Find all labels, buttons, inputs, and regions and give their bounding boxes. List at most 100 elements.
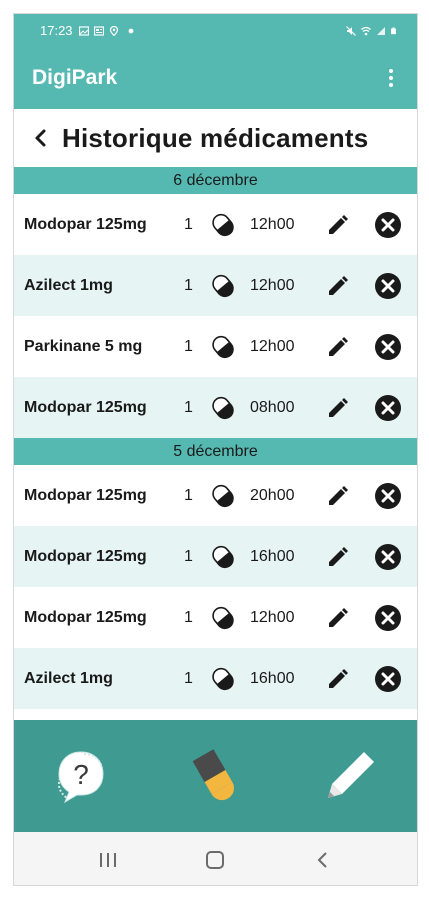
pencil-icon — [329, 397, 348, 417]
system-navigation — [14, 832, 417, 885]
recents-icon — [99, 852, 116, 867]
close-circle-icon — [375, 211, 401, 238]
capsule-icon — [193, 749, 235, 801]
pencil-icon — [327, 752, 374, 798]
medication-time: 12h00 — [250, 215, 295, 233]
status-time: 17:23 — [40, 23, 73, 38]
edit-button[interactable] — [320, 329, 356, 365]
close-circle-icon — [375, 394, 401, 421]
medication-time: 16h00 — [250, 669, 295, 687]
list-item[interactable]: Parkinane 5 mg 1 12h00 — [14, 316, 417, 377]
edit-button[interactable] — [320, 600, 356, 636]
back-icon — [317, 851, 327, 868]
pill-icon — [212, 667, 234, 690]
medication-quantity: 1 — [184, 608, 193, 626]
delete-button[interactable] — [370, 478, 406, 514]
delete-button[interactable] — [370, 539, 406, 575]
edit-button[interactable] — [320, 539, 356, 575]
medication-time: 08h00 — [250, 398, 295, 416]
medication-time: 16h00 — [250, 547, 295, 565]
page-title: Historique médicaments — [62, 122, 369, 153]
medication-quantity: 1 — [184, 398, 193, 416]
pencil-icon — [329, 485, 348, 505]
list-item[interactable]: Modopar 125mg 1 08h00 — [14, 377, 417, 438]
delete-button[interactable] — [370, 661, 406, 697]
pill-icon-wrapper — [206, 208, 240, 242]
pill-icon — [212, 396, 234, 419]
back-button[interactable] — [26, 123, 56, 153]
pill-icon-wrapper — [206, 479, 240, 513]
news-icon — [93, 25, 104, 36]
medication-time: 20h00 — [250, 486, 295, 504]
medication-quantity: 1 — [184, 276, 193, 294]
app-bar: DigiPark — [14, 47, 417, 109]
status-bar: 17:23 — [14, 14, 417, 47]
medication-button[interactable] — [175, 736, 255, 816]
pencil-icon — [329, 275, 348, 295]
close-circle-icon — [375, 665, 401, 692]
pill-icon-wrapper — [206, 601, 240, 635]
medication-name: Modopar 125mg — [24, 398, 147, 416]
list-item[interactable]: Azilect 1mg 1 16h00 — [14, 648, 417, 709]
close-circle-icon — [375, 272, 401, 299]
pill-icon — [212, 335, 234, 358]
edit-button[interactable] — [320, 268, 356, 304]
medication-name: Parkinane 5 mg — [24, 337, 143, 355]
pencil-icon — [329, 607, 348, 627]
pencil-icon — [329, 668, 348, 688]
medication-quantity: 1 — [184, 337, 193, 355]
medication-name: Modopar 125mg — [24, 486, 147, 504]
svg-text:?: ? — [73, 759, 89, 790]
notes-button[interactable] — [310, 736, 390, 816]
pencil-icon — [329, 214, 348, 234]
delete-button[interactable] — [370, 329, 406, 365]
list-item[interactable]: Modopar 125mg 1 16h00 — [14, 526, 417, 587]
status-right-icons — [346, 25, 397, 36]
status-left-icons — [78, 25, 134, 36]
close-circle-icon — [375, 604, 401, 631]
medication-quantity: 1 — [184, 486, 193, 504]
pill-icon — [212, 213, 234, 236]
medication-quantity: 1 — [184, 215, 193, 233]
list-item[interactable]: Modopar 125mg 1 20h00 — [14, 465, 417, 526]
edit-button[interactable] — [320, 661, 356, 697]
edit-button[interactable] — [320, 390, 356, 426]
medication-time: 12h00 — [250, 337, 295, 355]
list-item[interactable]: Azilect 1mg 1 12h00 — [14, 255, 417, 316]
more-vert-icon[interactable] — [383, 63, 399, 93]
delete-button[interactable] — [370, 390, 406, 426]
list-item[interactable]: Modopar 125mg 1 12h00 — [14, 587, 417, 648]
mute-icon — [346, 25, 356, 36]
date-header: 6 décembre — [14, 167, 417, 194]
wifi-icon — [361, 26, 371, 35]
pill-icon — [212, 484, 234, 507]
bottom-navigation: ? — [14, 720, 417, 832]
edit-button[interactable] — [320, 207, 356, 243]
help-button[interactable]: ? — [41, 736, 121, 816]
medication-history-list[interactable]: 6 décembre Modopar 125mg 1 12h00 Azilect 1mg… — [14, 167, 417, 720]
system-back-button[interactable] — [303, 840, 343, 880]
delete-button[interactable] — [370, 268, 406, 304]
medication-name: Modopar 125mg — [24, 608, 147, 626]
pencil-icon — [329, 546, 348, 566]
app-title: DigiPark — [32, 66, 118, 89]
medication-name: Azilect 1mg — [24, 669, 113, 687]
list-item[interactable]: Modopar 125mg 1 12h00 — [14, 194, 417, 255]
close-circle-icon — [375, 543, 401, 570]
phone-screen: 17:23 DigiPark Historique médicaments 6 … — [13, 13, 418, 886]
battery-icon — [391, 27, 396, 34]
delete-button[interactable] — [370, 600, 406, 636]
recents-button[interactable] — [88, 840, 128, 880]
pill-icon-wrapper — [206, 662, 240, 696]
edit-button[interactable] — [320, 478, 356, 514]
dot-icon — [128, 28, 133, 33]
chevron-left-icon — [35, 129, 46, 147]
close-circle-icon — [375, 482, 401, 509]
home-button[interactable] — [195, 840, 235, 880]
pencil-icon — [329, 336, 348, 356]
pill-icon-wrapper — [206, 391, 240, 425]
medication-name: Modopar 125mg — [24, 215, 147, 233]
medication-name: Modopar 125mg — [24, 547, 147, 565]
home-icon — [206, 850, 225, 869]
delete-button[interactable] — [370, 207, 406, 243]
